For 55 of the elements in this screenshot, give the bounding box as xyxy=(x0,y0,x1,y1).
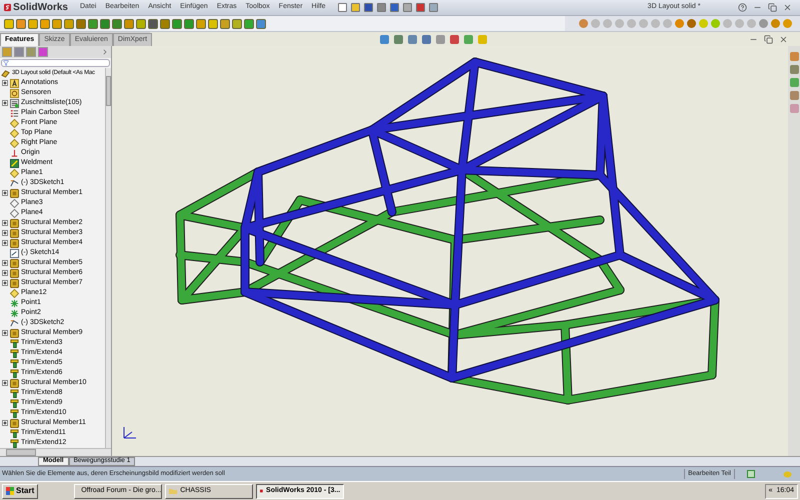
sensor-icon xyxy=(10,88,19,98)
folder-icon xyxy=(169,487,178,495)
point-icon xyxy=(10,308,19,318)
expand-plus-icon[interactable] xyxy=(2,420,8,426)
cut-list-icon xyxy=(10,98,19,108)
expand-plus-icon[interactable] xyxy=(2,280,8,286)
trim-extend-icon xyxy=(10,428,19,438)
trim-extend-icon xyxy=(10,338,19,348)
origin-icon xyxy=(10,148,19,158)
filter-field[interactable] xyxy=(1,59,110,67)
app-icon xyxy=(260,487,264,495)
axis-triad-icon xyxy=(124,426,136,438)
trim-extend-icon xyxy=(10,388,19,398)
close-icon[interactable] xyxy=(779,34,788,44)
sketch-icon xyxy=(10,248,19,258)
restore-icon[interactable] xyxy=(764,34,773,44)
expand-plus-icon[interactable] xyxy=(2,260,8,266)
horizontal-scrollbar[interactable] xyxy=(0,448,111,456)
trim-extend-icon xyxy=(10,438,19,448)
point-icon xyxy=(10,298,19,308)
plane-icon xyxy=(10,168,19,178)
filter-icon xyxy=(3,60,9,66)
trim-extend-icon xyxy=(10,368,19,378)
windows-logo-icon xyxy=(6,487,14,495)
sketch-icon xyxy=(10,318,19,328)
expand-plus-icon[interactable] xyxy=(2,220,8,226)
part-icon xyxy=(1,68,10,78)
expand-plus-icon[interactable] xyxy=(2,330,8,336)
structural-member-icon xyxy=(10,188,19,198)
plane-icon xyxy=(10,288,19,298)
expand-icon[interactable] xyxy=(101,48,109,56)
trim-extend-icon xyxy=(10,408,19,418)
sketch-icon xyxy=(10,178,19,188)
start-button[interactable]: Start xyxy=(2,484,38,498)
expand-plus-icon[interactable] xyxy=(2,240,8,246)
trim-extend-icon xyxy=(10,358,19,368)
app-logo: SolidWorks xyxy=(13,1,68,15)
material-icon xyxy=(10,108,19,118)
structural-member-icon xyxy=(10,378,19,388)
expand-plus-icon[interactable] xyxy=(2,80,8,86)
trim-extend-icon xyxy=(10,398,19,408)
expand-plus-icon[interactable] xyxy=(2,190,8,196)
trim-extend-icon xyxy=(10,348,19,358)
structural-member-icon xyxy=(10,328,19,338)
expand-plus-icon[interactable] xyxy=(2,230,8,236)
expand-plus-icon[interactable] xyxy=(2,100,8,106)
restore-icon[interactable] xyxy=(768,3,777,12)
close-icon[interactable] xyxy=(783,3,792,12)
structural-member-icon xyxy=(10,418,19,428)
vertical-scrollbar[interactable] xyxy=(105,68,111,448)
logo-icon xyxy=(4,2,12,13)
expand-plus-icon[interactable] xyxy=(2,380,8,386)
annotation-icon xyxy=(10,78,19,88)
expand-plus-icon[interactable] xyxy=(2,270,8,276)
weldment-icon xyxy=(10,158,19,168)
